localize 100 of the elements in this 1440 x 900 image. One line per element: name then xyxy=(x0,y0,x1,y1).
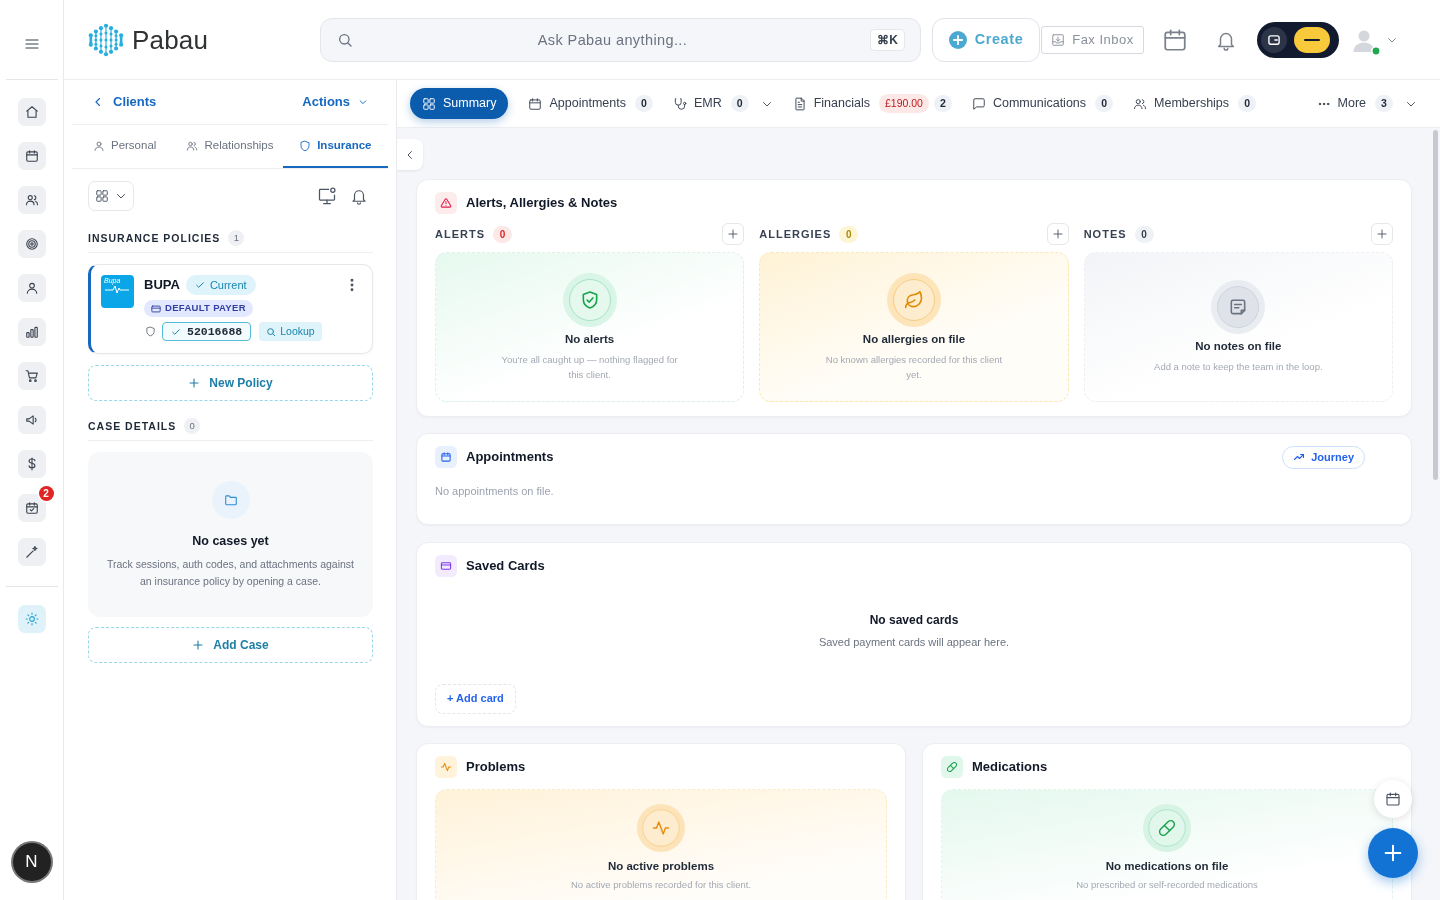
inbox-icon xyxy=(1051,32,1066,47)
tab[interactable]: Relationships xyxy=(177,125,283,168)
tab[interactable]: EMR xyxy=(672,88,722,119)
payer-label: DEFAULT PAYER xyxy=(165,301,246,316)
count-badge: 3 xyxy=(1375,95,1393,112)
tab[interactable]: Memberships xyxy=(1133,88,1230,119)
rail-button[interactable] xyxy=(17,450,46,478)
card-title: Alerts, Allergies & Notes xyxy=(466,194,618,213)
rail-button[interactable] xyxy=(17,274,46,302)
add-card-button[interactable]: + Add card xyxy=(435,683,516,714)
leaf-icon xyxy=(887,272,941,327)
wallet-icon xyxy=(1261,26,1287,53)
count-badge: 0 xyxy=(839,225,859,243)
scrollbar-thumb[interactable] xyxy=(1433,130,1438,480)
fax-inbox-button[interactable]: Fax Inbox xyxy=(1041,25,1144,54)
stethoscope-icon xyxy=(672,96,687,111)
tab[interactable]: Personal xyxy=(72,125,178,168)
shield-icon xyxy=(299,139,312,152)
note-icon xyxy=(1211,280,1266,334)
empty-description: No prescribed or self-recorded medications xyxy=(1076,878,1258,892)
calendar-icon xyxy=(528,96,543,111)
pill-icon xyxy=(1143,804,1191,852)
empty-description: Saved payment cards will appear here. xyxy=(817,634,1011,649)
tab[interactable]: Communications xyxy=(971,88,1087,119)
tab[interactable]: More xyxy=(1316,88,1366,119)
calendar-icon xyxy=(435,446,457,468)
calendar-icon xyxy=(1385,791,1401,807)
target-icon xyxy=(24,237,39,251)
column-label: NOTES xyxy=(1083,226,1127,242)
rail-button[interactable] xyxy=(17,318,46,346)
tab[interactable]: Appointments xyxy=(528,88,626,119)
tab[interactable]: Insurance xyxy=(282,125,388,168)
new-policy-button[interactable]: New Policy xyxy=(88,365,373,401)
rail-button[interactable] xyxy=(17,406,46,434)
count-badge: 0 xyxy=(1238,95,1257,112)
lookup-button[interactable]: Lookup xyxy=(259,322,322,341)
document-icon xyxy=(792,96,807,111)
view-toggle[interactable] xyxy=(88,181,134,211)
tab[interactable]: Financials xyxy=(792,88,870,119)
chat-icon xyxy=(971,96,986,111)
shortcut-key: ⌘K xyxy=(870,28,905,51)
home-icon xyxy=(24,105,39,119)
rail-button[interactable] xyxy=(17,538,46,566)
back-link[interactable]: Clients xyxy=(92,92,157,112)
credit-card-icon xyxy=(435,555,457,577)
member-number-text: 52016688 xyxy=(187,323,243,340)
users-icon xyxy=(24,193,39,207)
users-icon xyxy=(1133,96,1148,111)
user-icon xyxy=(92,139,105,152)
card-icon xyxy=(151,303,161,314)
heartbeat-icon xyxy=(104,285,130,294)
empty-description: Add a note to keep the team in the loop. xyxy=(1154,360,1323,374)
empty-description: Track sessions, auth codes, and attachments against an insurance policy by opening a case. xyxy=(105,557,356,589)
rail-button[interactable] xyxy=(17,98,46,126)
users-icon xyxy=(186,139,199,152)
rail-button[interactable] xyxy=(17,362,46,390)
actions-dropdown[interactable]: Actions xyxy=(302,92,368,112)
section-title: INSURANCE POLICIES xyxy=(88,231,221,246)
wand-icon xyxy=(24,545,39,559)
empty-title: No saved cards xyxy=(869,612,959,628)
empty-title: No allergies on file xyxy=(862,331,966,347)
count-badge: 1 xyxy=(228,230,245,246)
user-icon xyxy=(24,281,39,295)
empty-description: No known allergies recorded for this client yet. xyxy=(824,352,1004,382)
bell-icon[interactable] xyxy=(350,187,368,205)
logo-text: Pabau xyxy=(132,24,209,55)
empty-title: No cases yet xyxy=(192,533,269,549)
bar-chart-icon xyxy=(24,325,39,339)
journey-button[interactable]: Journey xyxy=(1282,445,1365,469)
rail-button[interactable] xyxy=(17,142,46,170)
monitor-icon[interactable] xyxy=(317,186,337,206)
status-label: Current xyxy=(209,277,247,293)
search-icon xyxy=(337,31,353,48)
add-case-button[interactable]: Add Case xyxy=(88,627,373,663)
quick-toggle[interactable] xyxy=(1257,21,1339,58)
notification-badge: 2 xyxy=(38,486,54,501)
empty-title: No notes on file xyxy=(1195,339,1282,354)
count-badge: 0 xyxy=(493,225,512,243)
search-icon xyxy=(266,326,277,337)
column-label: ALLERGIES xyxy=(759,226,832,242)
rail-button[interactable] xyxy=(17,186,46,214)
plus-icon xyxy=(1382,842,1404,864)
empty-description: No active problems recorded for this client. xyxy=(570,878,752,892)
plus-circle-icon xyxy=(948,30,967,49)
tab[interactable]: Summary xyxy=(410,88,509,119)
cart-icon xyxy=(24,369,39,383)
plus-icon xyxy=(188,377,201,389)
count-badge: 2 xyxy=(933,95,952,112)
column-label: ALERTS xyxy=(435,226,485,242)
count-badge: 0 xyxy=(1134,225,1154,243)
card-title: Saved Cards xyxy=(466,557,545,576)
menu-icon[interactable] xyxy=(23,36,40,52)
empty-title: No active problems xyxy=(607,859,715,874)
rail-button[interactable] xyxy=(17,230,46,258)
empty-message: No appointments on file. xyxy=(435,484,554,499)
pulse-icon xyxy=(637,804,685,852)
megaphone-icon xyxy=(24,413,39,427)
calendar-icon[interactable] xyxy=(1162,26,1188,53)
calendar-check-icon xyxy=(24,501,39,515)
user-avatar[interactable]: N xyxy=(12,843,51,881)
